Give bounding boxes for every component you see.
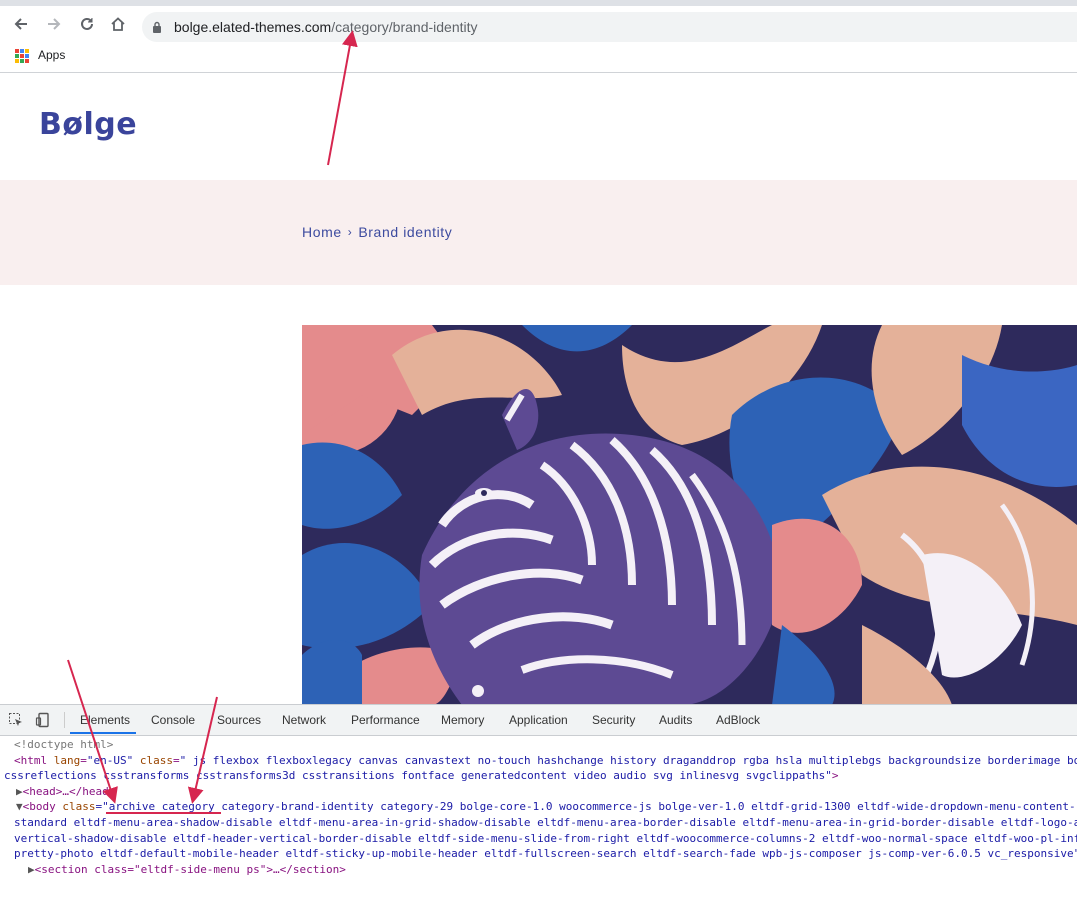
back-button[interactable] [9, 12, 33, 36]
body-class-quote: =" [95, 800, 109, 814]
html-node[interactable]: <html lang="en-US" class=" js flexbox fl… [14, 753, 1077, 769]
breadcrumb-home-link[interactable]: Home [302, 224, 342, 240]
lock-icon [153, 21, 161, 33]
home-button[interactable] [106, 12, 130, 36]
html-node-cont: cssreflections csstransforms csstransfor… [4, 768, 838, 784]
tab-memory[interactable]: Memory [441, 713, 484, 727]
breadcrumb-separator: › [347, 225, 353, 239]
apps-bookmark[interactable]: Apps [38, 48, 65, 62]
website-viewport: Bølge Home › Brand identity [0, 73, 1077, 704]
breadcrumb: Home › Brand identity [302, 224, 452, 240]
body-class-attr: class [62, 800, 96, 814]
back-arrow-icon [14, 18, 27, 30]
url-host: bolge.elated-themes.com [174, 19, 332, 35]
reload-button[interactable] [75, 12, 99, 36]
body-class-value-3: vertical-shadow-disable eltdf-header-ver… [14, 831, 1077, 845]
reload-icon [81, 17, 93, 30]
body-class-highlighted: archive category [108, 800, 215, 814]
doctype-node[interactable]: <!doctype html> [14, 737, 113, 753]
body-node[interactable]: ▼<body class="archive category category-… [16, 799, 1076, 815]
html-lang-equals: = [80, 753, 87, 767]
html-close-bracket: > [831, 769, 839, 783]
html-lang-value: "en-US" [86, 753, 134, 767]
home-icon [111, 17, 125, 31]
body-tag: <body [22, 800, 56, 814]
zebra-illustration [302, 325, 1077, 704]
tab-audits[interactable]: Audits [659, 713, 692, 727]
active-tab-indicator [70, 732, 136, 734]
forward-button[interactable] [42, 12, 66, 36]
dom-tree: <!doctype html> <html lang="en-US" class… [0, 737, 1077, 909]
tab-adblock[interactable]: AdBlock [716, 713, 760, 727]
devtools-toolbar: Elements Console Sources Network Perform… [0, 705, 1077, 736]
section-tag: <section class="eltdf-side-menu ps">…</s… [34, 862, 346, 876]
tab-application[interactable]: Application [509, 713, 568, 727]
forward-arrow-icon [48, 18, 61, 30]
breadcrumb-band: Home › Brand identity [0, 180, 1077, 285]
bookmarks-bar: Apps [0, 42, 1077, 73]
expand-triangle-icon[interactable]: ▶ [16, 785, 23, 798]
head-tag: <head>…</head> [22, 784, 116, 798]
expand-triangle-icon[interactable]: ▶ [28, 863, 35, 876]
doctype-text: <!doctype html> [14, 738, 114, 751]
html-class-value-2: cssreflections csstransforms csstransfor… [4, 769, 832, 783]
browser-toolbar: bolge.elated-themes.com/category/brand-i… [0, 6, 1077, 42]
tab-performance[interactable]: Performance [351, 713, 420, 727]
html-class-attr: class [139, 753, 173, 767]
url-path: /category/brand-identity [331, 19, 478, 35]
body-node-cont-2: vertical-shadow-disable eltdf-header-ver… [14, 831, 1077, 847]
device-toolbar-icon[interactable] [35, 712, 51, 728]
section-node[interactable]: ▶<section class="eltdf-side-menu ps">…</… [28, 862, 346, 878]
body-node-cont-1: standard eltdf-menu-area-shadow-disable … [14, 815, 1077, 831]
collapse-triangle-icon[interactable]: ▼ [16, 800, 23, 813]
toolbar-divider [64, 712, 65, 728]
body-class-value-2: standard eltdf-menu-area-shadow-disable … [14, 816, 1077, 829]
tab-elements[interactable]: Elements [80, 713, 130, 727]
body-class-value-1: category-brand-identity category-29 bolg… [214, 800, 1076, 814]
site-logo[interactable]: Bølge [39, 107, 137, 142]
featured-image[interactable] [302, 325, 1077, 704]
html-class-equals: = [172, 753, 180, 767]
devtools-panel: Elements Console Sources Network Perform… [0, 704, 1077, 880]
url-text: bolge.elated-themes.com/category/brand-i… [174, 19, 478, 35]
tab-network[interactable]: Network [282, 713, 326, 727]
head-node[interactable]: ▶<head>…</head> [16, 784, 115, 800]
html-tag: <html [14, 753, 48, 767]
address-bar[interactable]: bolge.elated-themes.com/category/brand-i… [142, 12, 1077, 42]
inspect-element-icon[interactable] [8, 712, 24, 728]
tab-sources[interactable]: Sources [217, 713, 261, 727]
html-lang-attr: lang [53, 753, 81, 767]
body-class-value-4: pretty-photo eltdf-default-mobile-header… [14, 847, 1077, 861]
tab-security[interactable]: Security [592, 713, 635, 727]
html-class-value-1: " js flexbox flexboxlegacy canvas canvas… [179, 753, 1077, 767]
apps-grid-icon[interactable] [15, 49, 29, 63]
body-node-cont-3: pretty-photo eltdf-default-mobile-header… [14, 846, 1077, 862]
tab-console[interactable]: Console [151, 713, 195, 727]
breadcrumb-current: Brand identity [358, 224, 453, 240]
